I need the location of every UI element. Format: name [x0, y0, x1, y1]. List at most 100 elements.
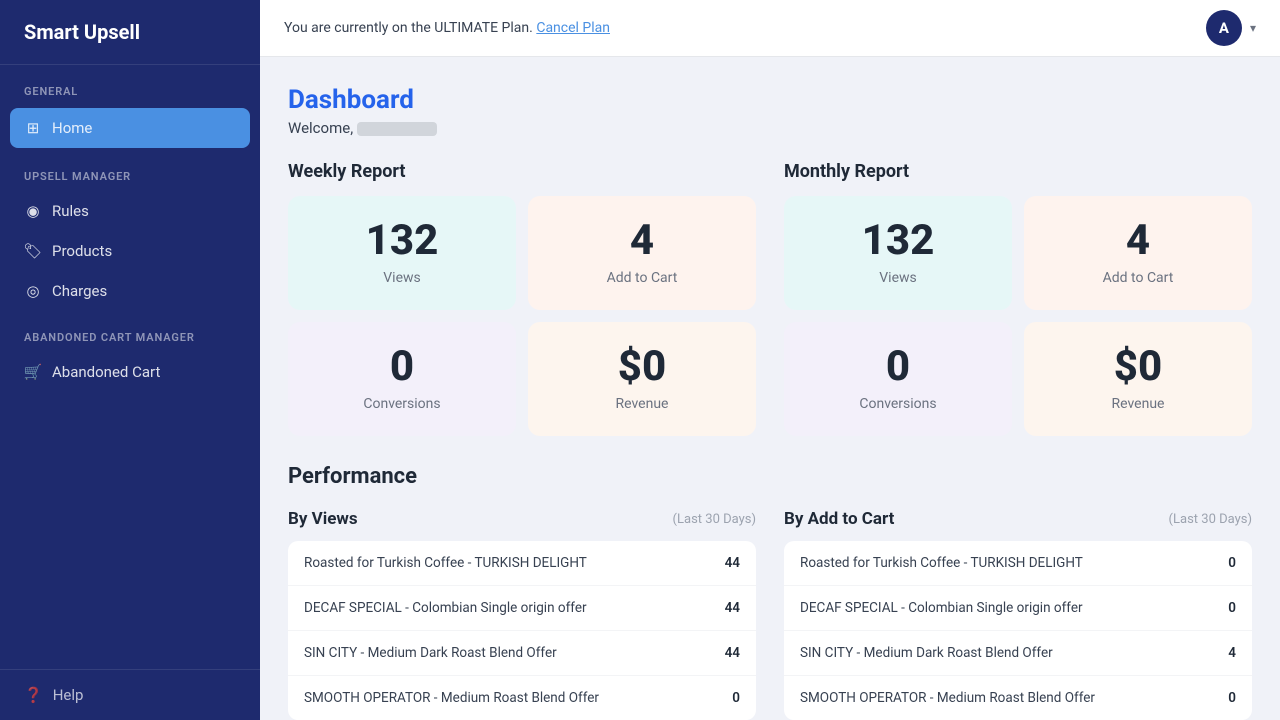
sidebar-item-products[interactable]: 🏷 Products — [0, 231, 260, 271]
help-label: Help — [53, 686, 84, 704]
performance-title: Performance — [288, 464, 1252, 489]
weekly-conversions-label: Conversions — [363, 396, 440, 412]
user-avatar[interactable]: A — [1206, 10, 1242, 46]
monthly-conversions-card: 0 Conversions — [784, 322, 1012, 436]
table-row: DECAF SPECIAL - Colombian Single origin … — [288, 586, 756, 631]
row-name: SIN CITY - Medium Dark Roast Blend Offer — [304, 645, 716, 661]
monthly-views-value: 132 — [862, 220, 935, 262]
weekly-revenue-value: $0 — [618, 346, 666, 388]
weekly-revenue-card: $0 Revenue — [528, 322, 756, 436]
sidebar-item-abandoned-cart[interactable]: 🛒 Abandoned Cart — [0, 352, 260, 392]
sidebar-item-rules[interactable]: ◉ Rules — [0, 191, 260, 231]
monthly-revenue-card: $0 Revenue — [1024, 322, 1252, 436]
help-icon: ❓ — [24, 686, 43, 704]
weekly-add-to-cart-label: Add to Cart — [607, 270, 678, 286]
row-value: 44 — [716, 645, 740, 661]
sidebar-item-charges[interactable]: ◎ Charges — [0, 271, 260, 311]
weekly-views-card: 132 Views — [288, 196, 516, 310]
monthly-add-to-cart-card: 4 Add to Cart — [1024, 196, 1252, 310]
rules-icon: ◉ — [24, 202, 42, 220]
weekly-views-value: 132 — [366, 220, 439, 262]
monthly-revenue-value: $0 — [1114, 346, 1162, 388]
table-row: DECAF SPECIAL - Colombian Single origin … — [784, 586, 1252, 631]
row-name: Roasted for Turkish Coffee - TURKISH DEL… — [304, 555, 716, 571]
plan-notice: You are currently on the ULTIMATE Plan. … — [284, 20, 610, 36]
monthly-views-label: Views — [879, 270, 917, 286]
dashboard-welcome: Welcome, — [288, 119, 1252, 137]
main-content: You are currently on the ULTIMATE Plan. … — [260, 0, 1280, 720]
row-name: Roasted for Turkish Coffee - TURKISH DEL… — [800, 555, 1212, 571]
by-views-header: By Views (Last 30 Days) — [288, 509, 756, 529]
row-name: SMOOTH OPERATOR - Medium Roast Blend Off… — [800, 690, 1212, 706]
monthly-report: Monthly Report 132 Views 4 Add to Cart 0… — [784, 161, 1252, 436]
weekly-report-cards: 132 Views 4 Add to Cart 0 Conversions $0… — [288, 196, 756, 436]
home-icon: ⊞ — [24, 119, 42, 137]
sidebar-item-label-home: Home — [52, 119, 92, 137]
by-views-title: By Views — [288, 509, 358, 529]
by-views-table: Roasted for Turkish Coffee - TURKISH DEL… — [288, 541, 756, 720]
monthly-report-cards: 132 Views 4 Add to Cart 0 Conversions $0… — [784, 196, 1252, 436]
row-value: 44 — [716, 600, 740, 616]
weekly-report: Weekly Report 132 Views 4 Add to Cart 0 … — [288, 161, 756, 436]
sidebar-section-abandoned-cart: ABANDONED CART MANAGER 🛒 Abandoned Cart — [0, 311, 260, 392]
table-row: SMOOTH OPERATOR - Medium Roast Blend Off… — [784, 676, 1252, 720]
sidebar-section-upsell: UPSELL MANAGER ◉ Rules 🏷 Products ◎ Char… — [0, 150, 260, 311]
charges-icon: ◎ — [24, 282, 42, 300]
monthly-add-to-cart-value: 4 — [1126, 220, 1150, 262]
weekly-report-title: Weekly Report — [288, 161, 756, 182]
sidebar-section-label-general: GENERAL — [0, 65, 260, 106]
row-value: 44 — [716, 555, 740, 571]
row-name: SMOOTH OPERATOR - Medium Roast Blend Off… — [304, 690, 716, 706]
reports-row: Weekly Report 132 Views 4 Add to Cart 0 … — [288, 161, 1252, 436]
monthly-add-to-cart-label: Add to Cart — [1103, 270, 1174, 286]
avatar-chevron-icon[interactable]: ▾ — [1250, 21, 1256, 35]
sidebar-item-label-abandoned-cart: Abandoned Cart — [52, 363, 160, 381]
row-value: 0 — [716, 690, 740, 706]
row-value: 0 — [1212, 690, 1236, 706]
row-value: 0 — [1212, 600, 1236, 616]
sidebar-bottom: ❓ Help — [0, 669, 260, 720]
table-row: SMOOTH OPERATOR - Medium Roast Blend Off… — [288, 676, 756, 720]
monthly-report-title: Monthly Report — [784, 161, 1252, 182]
by-atc-table: Roasted for Turkish Coffee - TURKISH DEL… — [784, 541, 1252, 720]
weekly-views-label: Views — [383, 270, 421, 286]
table-row: Roasted for Turkish Coffee - TURKISH DEL… — [288, 541, 756, 586]
sidebar-item-label-products: Products — [52, 242, 112, 260]
abandoned-cart-icon: 🛒 — [24, 363, 42, 381]
topbar: You are currently on the ULTIMATE Plan. … — [260, 0, 1280, 57]
row-value: 0 — [1212, 555, 1236, 571]
topbar-right: A ▾ — [1206, 10, 1256, 46]
by-views-subtitle: (Last 30 Days) — [673, 512, 756, 527]
by-atc-title: By Add to Cart — [784, 509, 894, 529]
weekly-add-to-cart-card: 4 Add to Cart — [528, 196, 756, 310]
dashboard: Dashboard Welcome, Weekly Report 132 Vie… — [260, 57, 1280, 720]
table-row: SIN CITY - Medium Dark Roast Blend Offer… — [784, 631, 1252, 676]
sidebar-item-home[interactable]: ⊞ Home — [10, 108, 250, 148]
help-button[interactable]: ❓ Help — [24, 686, 236, 704]
weekly-conversions-card: 0 Conversions — [288, 322, 516, 436]
sidebar-section-label-upsell: UPSELL MANAGER — [0, 150, 260, 191]
products-icon: 🏷 — [24, 242, 42, 260]
table-row: Roasted for Turkish Coffee - TURKISH DEL… — [784, 541, 1252, 586]
by-views-section: By Views (Last 30 Days) Roasted for Turk… — [288, 509, 756, 720]
monthly-conversions-value: 0 — [886, 346, 910, 388]
sidebar-section-label-abandoned: ABANDONED CART MANAGER — [0, 311, 260, 352]
cancel-plan-link[interactable]: Cancel Plan — [536, 20, 610, 36]
weekly-conversions-value: 0 — [390, 346, 414, 388]
sidebar: Smart Upsell GENERAL ⊞ Home UPSELL MANAG… — [0, 0, 260, 720]
row-name: SIN CITY - Medium Dark Roast Blend Offer — [800, 645, 1212, 661]
weekly-revenue-label: Revenue — [616, 396, 669, 412]
sidebar-section-general: GENERAL ⊞ Home — [0, 65, 260, 150]
app-logo: Smart Upsell — [0, 0, 260, 65]
performance-section: Performance By Views (Last 30 Days) Roas… — [288, 464, 1252, 720]
weekly-add-to-cart-value: 4 — [630, 220, 654, 262]
by-atc-header: By Add to Cart (Last 30 Days) — [784, 509, 1252, 529]
plan-text: You are currently on the ULTIMATE Plan. — [284, 20, 533, 36]
sidebar-item-label-rules: Rules — [52, 202, 89, 220]
by-atc-subtitle: (Last 30 Days) — [1169, 512, 1252, 527]
row-name: DECAF SPECIAL - Colombian Single origin … — [800, 600, 1212, 616]
table-row: SIN CITY - Medium Dark Roast Blend Offer… — [288, 631, 756, 676]
monthly-views-card: 132 Views — [784, 196, 1012, 310]
sidebar-item-label-charges: Charges — [52, 282, 107, 300]
row-name: DECAF SPECIAL - Colombian Single origin … — [304, 600, 716, 616]
